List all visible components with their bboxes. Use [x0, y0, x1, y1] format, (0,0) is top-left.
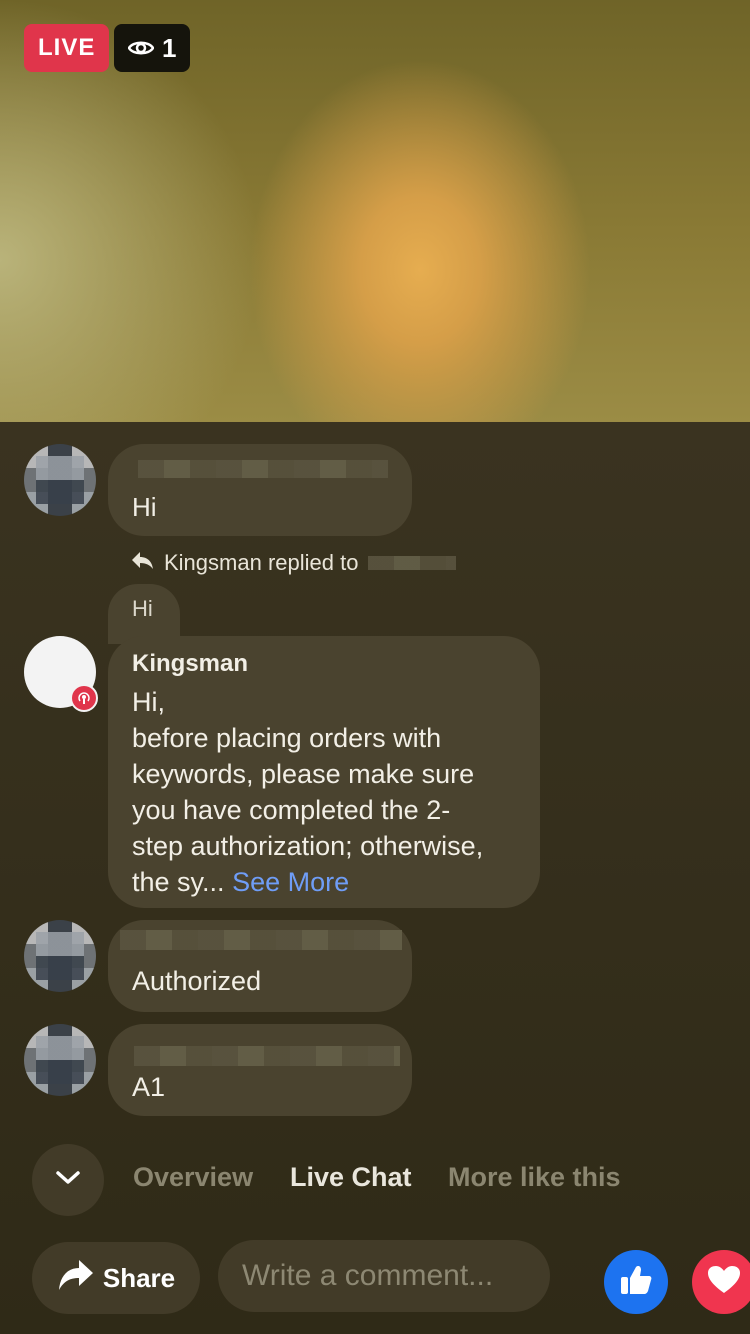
- avatar[interactable]: [24, 920, 96, 992]
- avatar[interactable]: [24, 444, 96, 516]
- live-label: LIVE: [38, 34, 96, 61]
- comment-line: Hi,: [132, 687, 165, 717]
- viewer-count: 1: [162, 32, 177, 63]
- live-badge: LIVE: [24, 24, 110, 72]
- host-comment-bubble[interactable]: Kingsman Hi, before placing orders with …: [108, 636, 540, 908]
- quoted-text: Hi: [132, 596, 153, 621]
- share-arrow-icon: [57, 1258, 95, 1299]
- comment-bubble[interactable]: A1: [108, 1024, 412, 1116]
- reply-arrow-icon: [130, 550, 154, 576]
- comment-bubble[interactable]: Hi: [108, 444, 412, 536]
- live-video[interactable]: LIVE 1: [0, 0, 750, 422]
- love-reaction-button[interactable]: [692, 1250, 750, 1314]
- redacted-author-name: [138, 460, 388, 478]
- comment-text: Hi: [132, 492, 157, 522]
- comment-line: step authorization; otherwise,: [132, 831, 484, 861]
- comment-text: A1: [132, 1072, 166, 1102]
- redacted-replied-user: [368, 556, 457, 570]
- comment-line-last: the sy... See More: [132, 864, 532, 900]
- see-more-link[interactable]: See More: [232, 867, 349, 897]
- share-button[interactable]: Share: [32, 1242, 200, 1314]
- comment-input[interactable]: [218, 1240, 550, 1312]
- avatar[interactable]: [24, 1024, 96, 1096]
- heart-icon: [707, 1265, 741, 1300]
- comment-bubble[interactable]: Authorized: [108, 920, 412, 1012]
- chevron-down-icon: [55, 1170, 81, 1191]
- thumbs-up-icon: [619, 1264, 653, 1301]
- comment-text: Authorized: [132, 966, 262, 996]
- eye-icon: [127, 33, 155, 64]
- comment-author: Kingsman: [132, 650, 249, 677]
- reply-context-text: Kingsman replied to: [164, 550, 359, 575]
- host-avatar[interactable]: [24, 636, 98, 712]
- share-label: Share: [102, 1262, 176, 1293]
- live-host-icon: [70, 684, 98, 712]
- tab-bar: Overview Live Chat More like this: [0, 1144, 750, 1216]
- comment-line: keywords, please make sure: [132, 759, 475, 789]
- like-reaction-button[interactable]: [604, 1250, 668, 1314]
- collapse-button[interactable]: [32, 1144, 104, 1216]
- comment-line: you have completed the 2-: [132, 795, 451, 825]
- tab-live-chat[interactable]: Live Chat: [290, 1162, 412, 1193]
- redacted-author-name: [120, 930, 402, 950]
- comment-line: the sy...: [132, 867, 225, 897]
- comment-body: Hi, before placing orders with keywords,…: [132, 684, 532, 900]
- redacted-author-name: [134, 1046, 400, 1066]
- tab-overview[interactable]: Overview: [133, 1162, 253, 1193]
- quoted-comment[interactable]: Hi: [108, 584, 180, 644]
- reply-context: Kingsman replied to: [130, 548, 457, 578]
- viewer-count-badge: 1: [114, 24, 191, 72]
- comment-line: before placing orders with: [132, 723, 442, 753]
- tab-more-like-this[interactable]: More like this: [448, 1162, 621, 1193]
